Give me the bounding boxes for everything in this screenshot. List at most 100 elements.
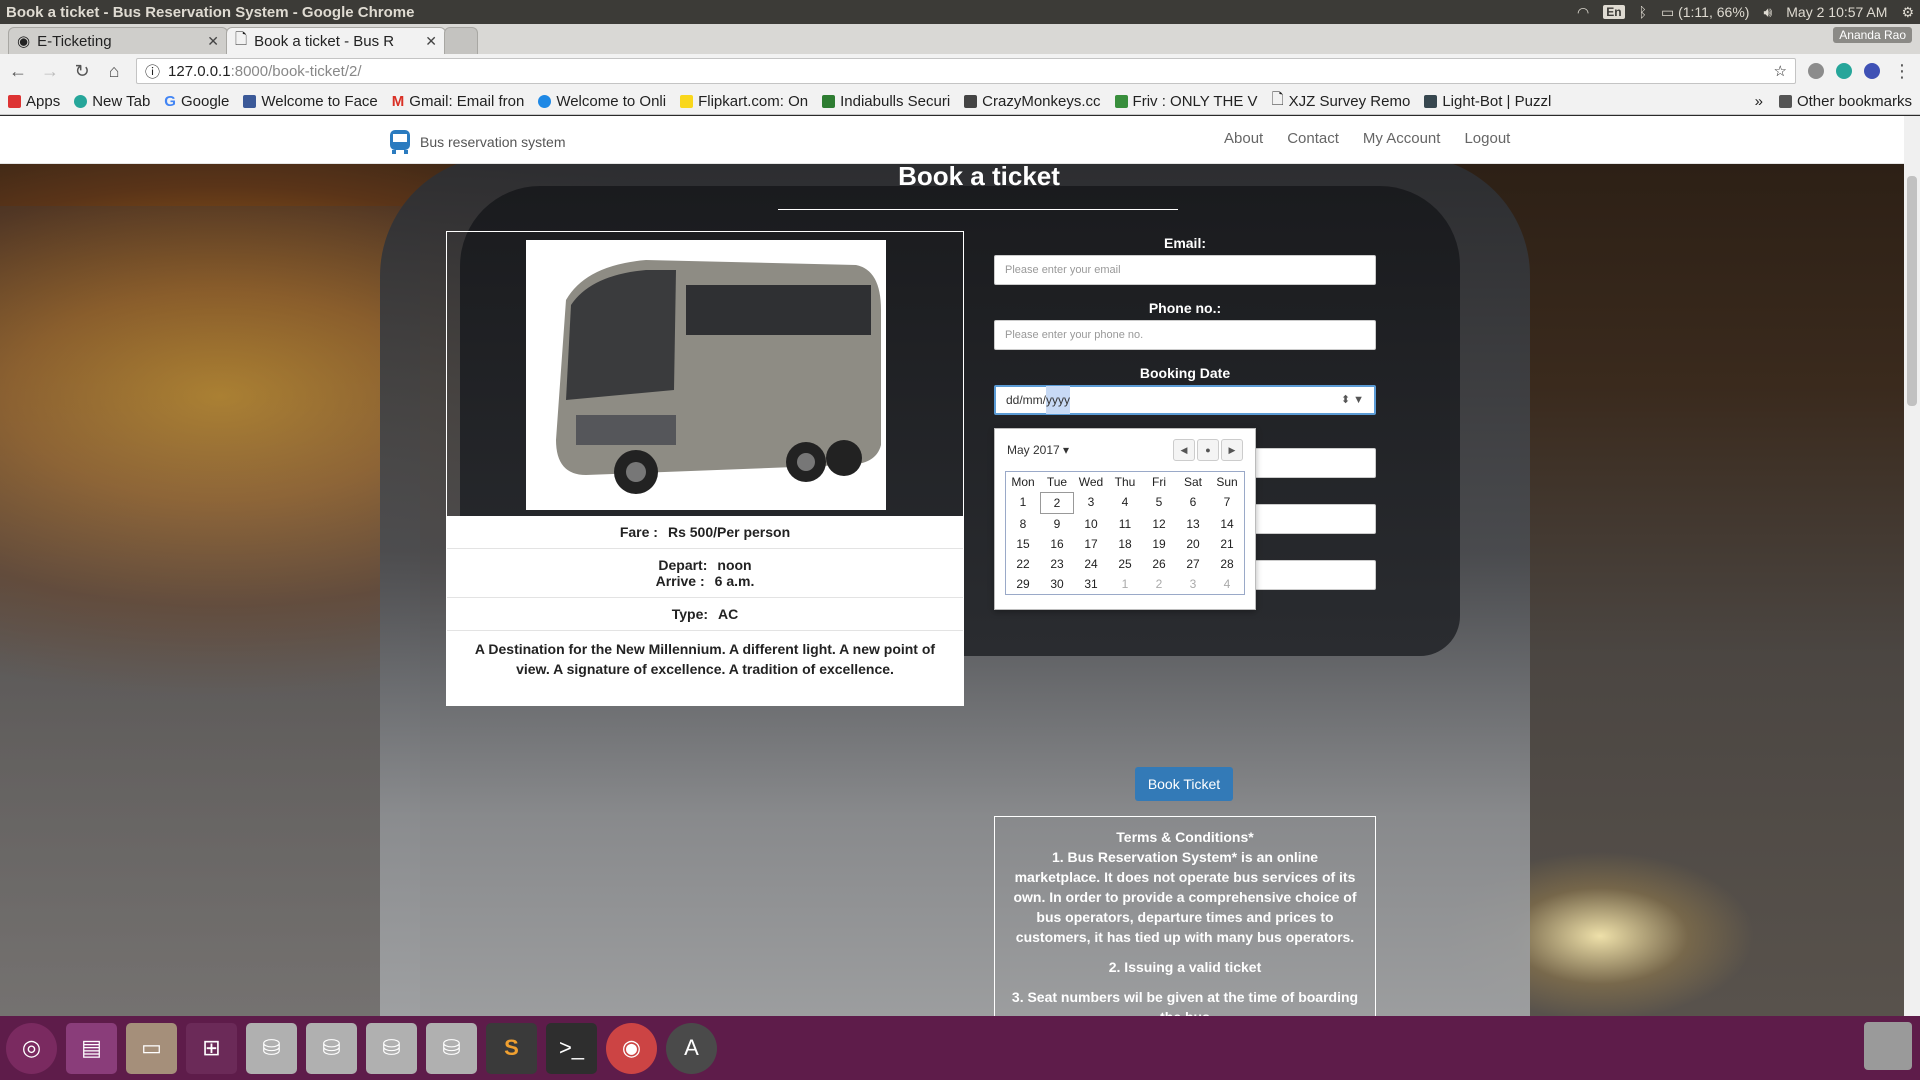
- chrome-icon[interactable]: ◉: [606, 1022, 657, 1074]
- bookmark-friv[interactable]: Friv : ONLY THE V: [1114, 93, 1258, 110]
- calendar-day[interactable]: 28: [1210, 554, 1244, 574]
- bookmark-xjz-survey[interactable]: 🗋 XJZ Survey Remo: [1272, 89, 1411, 114]
- bookmark-indiabulls[interactable]: Indiabulls Securi: [822, 93, 950, 110]
- brand-link[interactable]: Bus reservation system: [388, 128, 566, 156]
- calendar-day-next-month[interactable]: 3: [1176, 574, 1210, 594]
- extension-icon[interactable]: [1808, 63, 1824, 79]
- calendar-day[interactable]: 10: [1074, 514, 1108, 534]
- calendar-day[interactable]: 1: [1006, 492, 1040, 514]
- calendar-day[interactable]: 5: [1142, 492, 1176, 514]
- reload-icon[interactable]: ↻: [72, 61, 92, 82]
- today-button[interactable]: ●: [1197, 439, 1219, 461]
- date-year-segment[interactable]: yyyy: [1046, 386, 1071, 414]
- drive-icon[interactable]: ⛁: [306, 1022, 357, 1074]
- calendar-day[interactable]: 20: [1176, 534, 1210, 554]
- calendar-day[interactable]: 19: [1142, 534, 1176, 554]
- extension-m-icon[interactable]: [1836, 63, 1852, 79]
- calendar-day[interactable]: 25: [1108, 554, 1142, 574]
- calendar-day[interactable]: 6: [1176, 492, 1210, 514]
- calendar-day[interactable]: 16: [1040, 534, 1074, 554]
- workspaces-switcher-icon[interactable]: ⊞: [186, 1022, 237, 1074]
- calendar-day-today[interactable]: 2: [1040, 492, 1074, 514]
- menu-kebab-icon[interactable]: ⋮: [1892, 61, 1912, 82]
- calendar-day[interactable]: 29: [1006, 574, 1040, 594]
- scrollbar-thumb[interactable]: [1907, 176, 1917, 406]
- tab-book-ticket[interactable]: 🗋 Book a ticket - Bus R ✕: [226, 27, 446, 54]
- workspace-icon[interactable]: ▤: [66, 1022, 117, 1074]
- bookmark-new-tab[interactable]: New Tab: [74, 93, 150, 110]
- calendar-day[interactable]: 11: [1108, 514, 1142, 534]
- calendar-day[interactable]: 9: [1040, 514, 1074, 534]
- calendar-day[interactable]: 15: [1006, 534, 1040, 554]
- url-text[interactable]: 127.0.0.1:8000/book-ticket/2/: [168, 63, 1766, 80]
- calendar-day[interactable]: 3: [1074, 492, 1108, 514]
- phone-input[interactable]: Please enter your phone no.: [994, 320, 1376, 350]
- bookmark-gmail[interactable]: M Gmail: Email fron: [392, 93, 525, 110]
- bookmark-welcome-online[interactable]: Welcome to Onli: [538, 93, 666, 110]
- month-select[interactable]: May 2017 ▾: [1007, 443, 1171, 457]
- bookmark-lightbot[interactable]: Light-Bot | Puzzl: [1424, 93, 1551, 110]
- book-ticket-button[interactable]: Book Ticket: [1135, 767, 1233, 801]
- nav-logout[interactable]: Logout: [1464, 130, 1510, 147]
- calendar-day[interactable]: 23: [1040, 554, 1074, 574]
- bookmark-google[interactable]: G Google: [164, 93, 229, 110]
- address-bar[interactable]: ⓘ 127.0.0.1:8000/book-ticket/2/ ☆: [136, 58, 1796, 84]
- keyboard-layout-indicator[interactable]: En: [1603, 5, 1625, 19]
- calendar-day[interactable]: 27: [1176, 554, 1210, 574]
- nav-my-account[interactable]: My Account: [1363, 130, 1441, 147]
- booking-date-input[interactable]: dd/mm/yyyy ⬍ ▼: [994, 385, 1376, 415]
- bookmark-apps[interactable]: Apps: [8, 93, 60, 110]
- profile-button[interactable]: Ananda Rao: [1833, 27, 1912, 43]
- bookmark-flipkart[interactable]: Flipkart.com: On: [680, 93, 808, 110]
- calendar-day[interactable]: 24: [1074, 554, 1108, 574]
- date-spinner-icon[interactable]: ⬍ ▼: [1341, 386, 1364, 414]
- close-tab-icon[interactable]: ✕: [425, 33, 437, 50]
- files-icon[interactable]: ▭: [126, 1022, 177, 1074]
- calendar-day[interactable]: 31: [1074, 574, 1108, 594]
- tab-eticketing[interactable]: ◉ E-Ticketing ✕: [8, 27, 228, 54]
- more-bookmarks-chevron[interactable]: »: [1755, 93, 1763, 110]
- info-icon[interactable]: ⓘ: [145, 61, 160, 82]
- microphone-extension-icon[interactable]: [1864, 63, 1880, 79]
- close-tab-icon[interactable]: ✕: [207, 33, 219, 50]
- calendar-day[interactable]: 13: [1176, 514, 1210, 534]
- prev-month-button[interactable]: ◀: [1173, 439, 1195, 461]
- forward-arrow-icon[interactable]: →: [40, 61, 60, 82]
- volume-icon[interactable]: 🔊︎: [1763, 4, 1772, 21]
- wifi-icon[interactable]: ◠: [1577, 4, 1589, 21]
- calendar-day-next-month[interactable]: 1: [1108, 574, 1142, 594]
- bluetooth-icon[interactable]: ᛒ: [1639, 4, 1647, 20]
- back-arrow-icon[interactable]: ←: [8, 61, 28, 82]
- drive-icon[interactable]: ⛁: [366, 1022, 417, 1074]
- page-scrollbar[interactable]: [1904, 116, 1920, 1016]
- calendar-day[interactable]: 4: [1108, 492, 1142, 514]
- calendar-day[interactable]: 7: [1210, 492, 1244, 514]
- calendar-day[interactable]: 30: [1040, 574, 1074, 594]
- calendar-day-next-month[interactable]: 4: [1210, 574, 1244, 594]
- sublime-text-icon[interactable]: S: [486, 1022, 537, 1074]
- calendar-day[interactable]: 26: [1142, 554, 1176, 574]
- calendar-day[interactable]: 12: [1142, 514, 1176, 534]
- next-month-button[interactable]: ▶: [1221, 439, 1243, 461]
- nav-contact[interactable]: Contact: [1287, 130, 1339, 147]
- terminal-icon[interactable]: >_: [546, 1022, 597, 1074]
- home-icon[interactable]: ⌂: [104, 61, 124, 82]
- bookmark-facebook[interactable]: Welcome to Face: [243, 93, 378, 110]
- calendar-day[interactable]: 21: [1210, 534, 1244, 554]
- software-updater-icon[interactable]: A: [666, 1022, 717, 1074]
- nav-about[interactable]: About: [1224, 130, 1263, 147]
- calendar-day[interactable]: 22: [1006, 554, 1040, 574]
- calendar-day[interactable]: 17: [1074, 534, 1108, 554]
- bookmark-crazymonkeys[interactable]: CrazyMonkeys.cc: [964, 93, 1101, 110]
- calendar-day[interactable]: 18: [1108, 534, 1142, 554]
- battery-indicator[interactable]: ▭ (1:11, 66%): [1661, 4, 1749, 21]
- new-tab-button[interactable]: [444, 27, 478, 54]
- ubuntu-dash-icon[interactable]: ◎: [6, 1022, 57, 1074]
- calendar-day[interactable]: 8: [1006, 514, 1040, 534]
- calendar-day-next-month[interactable]: 2: [1142, 574, 1176, 594]
- calendar-day[interactable]: 14: [1210, 514, 1244, 534]
- drive-icon[interactable]: ⛁: [246, 1022, 297, 1074]
- settings-gear-icon[interactable]: ⚙: [1901, 4, 1914, 21]
- other-bookmarks[interactable]: Other bookmarks: [1778, 93, 1912, 110]
- drive-icon[interactable]: ⛁: [426, 1022, 477, 1074]
